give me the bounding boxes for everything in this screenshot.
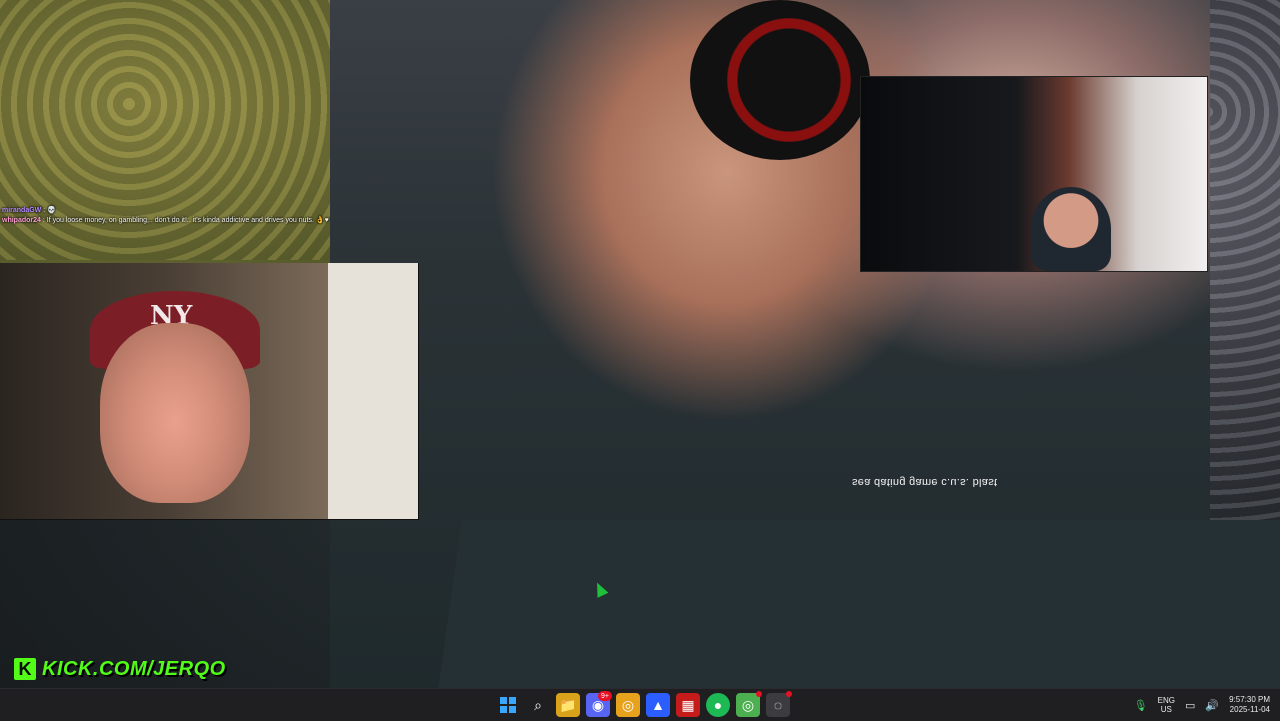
chrome-button[interactable]: ◎	[616, 693, 640, 717]
language-line2: US	[1160, 705, 1172, 714]
microphone-icon[interactable]: 🎙	[1134, 699, 1148, 712]
chrome-icon: ◎	[621, 696, 635, 713]
app-circle-button[interactable]: ◌	[766, 691, 792, 717]
notification-badge: 9+	[598, 691, 612, 701]
chat-message: mirandaGW : 💀	[2, 206, 332, 216]
headphone-shape	[690, 0, 870, 160]
chrome-secondary-button[interactable]: ◎	[736, 691, 762, 717]
face	[100, 323, 250, 503]
chat-text: If you loose money, on gambling,.. don't…	[46, 217, 329, 224]
chrome-secondary-icon: ◎	[741, 696, 755, 713]
clock-time: 9:57:30 PM	[1229, 695, 1270, 704]
taskbar: ⌕ 📁 ◉ 9+ ◎ ▲ ▦ ● ◎ ◌ 🎙 ENG US ▭ 🔊 9:57:3…	[0, 688, 1280, 721]
language-line1: ENG	[1157, 696, 1175, 705]
webcam-left: NY	[0, 263, 419, 520]
spotify-button[interactable]: ●	[706, 693, 730, 717]
chat-overlay: mirandaGW : 💀 whipador24 : If you loose …	[2, 206, 332, 226]
taskbar-apps: ⌕ 📁 ◉ 9+ ◎ ▲ ▦ ● ◎ ◌	[496, 689, 792, 721]
video-shirt-shape	[438, 520, 1280, 688]
folder-icon: 📁	[559, 696, 577, 713]
file-explorer-button[interactable]: 📁	[556, 693, 580, 717]
app-circle-icon: ◌	[773, 697, 783, 713]
app-red-button[interactable]: ▦	[676, 693, 700, 717]
door	[328, 263, 418, 519]
kick-url: KICK.COM/JERQO	[42, 657, 226, 680]
app-red-icon: ▦	[681, 696, 695, 713]
notification-dot	[756, 691, 762, 697]
volume-icon[interactable]: 🔊	[1205, 699, 1219, 712]
search-icon: ⌕	[534, 696, 542, 713]
app-a-icon: ▲	[651, 697, 665, 713]
kick-logo-icon: K	[14, 658, 36, 680]
stream-canvas: sea dating game c.u.s. blast NY mirandaG…	[0, 0, 1280, 688]
app-a-button[interactable]: ▲	[646, 693, 670, 717]
notification-dot	[786, 691, 792, 697]
chat-username: mirandaGW	[2, 207, 42, 214]
clock-date: 2025-11-04	[1229, 705, 1270, 714]
webcam-top-right	[860, 76, 1208, 272]
search-button[interactable]: ⌕	[526, 693, 550, 717]
start-button[interactable]	[496, 693, 520, 717]
discord-button[interactable]: ◉ 9+	[586, 691, 612, 717]
chat-sep: :	[43, 207, 46, 214]
windows-logo-icon	[500, 697, 516, 713]
chat-text: 💀	[47, 207, 56, 214]
chat-message: whipador24 : If you loose money, on gamb…	[2, 216, 332, 226]
display-icon[interactable]: ▭	[1185, 699, 1195, 712]
chat-sep: :	[42, 217, 45, 224]
mirrored-caption: sea dating game c.u.s. blast	[852, 476, 998, 488]
spotify-icon: ●	[713, 697, 723, 713]
webcam-person	[1031, 187, 1111, 271]
language-indicator[interactable]: ENG US	[1158, 696, 1175, 714]
chat-username: whipador24	[2, 217, 41, 224]
system-tray: 🎙 ENG US ▭ 🔊 9:57:30 PM 2025-11-04	[1134, 689, 1270, 721]
kick-branding: K KICK.COM/JERQO	[14, 656, 226, 682]
clock[interactable]: 9:57:30 PM 2025-11-04	[1229, 695, 1270, 715]
